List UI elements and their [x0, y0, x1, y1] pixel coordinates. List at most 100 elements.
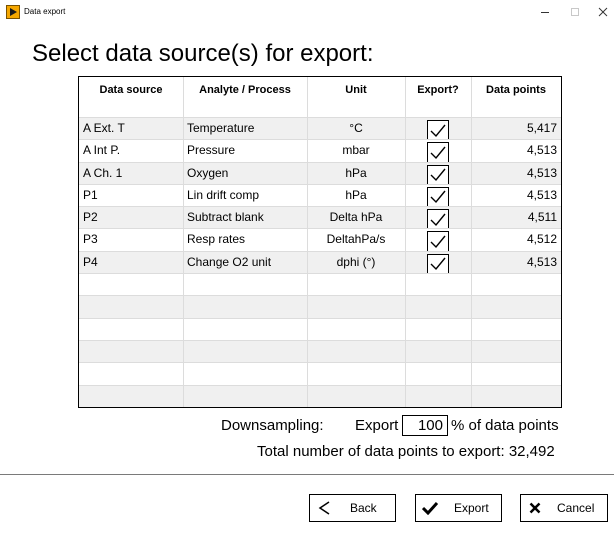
cell-data-points: 4,513 [526, 187, 557, 202]
export-checkbox[interactable] [427, 209, 449, 230]
cell-data-points [471, 296, 557, 318]
cell-data-source [83, 296, 183, 318]
data-export-window: Data export Select data source(s) for ex… [0, 0, 614, 536]
cell-analyte: Change O2 unit [187, 254, 272, 269]
window-title: Data export [24, 7, 66, 16]
cell-data-points [471, 363, 557, 385]
cancel-button-label: Cancel [557, 501, 595, 515]
play-triangle-icon [6, 5, 20, 19]
minimize-icon [541, 12, 549, 13]
data-source-table: Data source Analyte / Process Unit Expor… [78, 76, 562, 408]
checkmark-icon [430, 257, 446, 271]
cell-data-source: A Ext. T [83, 121, 125, 135]
back-button[interactable]: Back [309, 494, 396, 522]
minimize-button[interactable] [532, 0, 558, 24]
chevron-left-icon [310, 500, 338, 516]
cell-analyte [187, 386, 307, 408]
column-header-export: Export? [405, 77, 471, 117]
cell-data-points: 4,512 [526, 232, 557, 247]
table-row[interactable]: A Ext. T Temperature °C 5,417 [79, 117, 561, 140]
table-row[interactable]: P2 Subtract blank Delta hPa 4,511 [79, 206, 561, 230]
export-checkbox[interactable] [427, 120, 449, 140]
column-divider [183, 77, 184, 407]
cell-analyte: Resp rates [187, 232, 246, 247]
cell-data-source: P1 [83, 187, 98, 202]
export-checkbox[interactable] [427, 186, 449, 207]
cell-export [405, 296, 471, 318]
cell-analyte: Subtract blank [187, 210, 264, 225]
cell-data-source: P2 [83, 210, 98, 225]
cell-data-points [471, 386, 557, 408]
table-row[interactable]: P4 Change O2 unit dphi (°) 4,513 [79, 250, 561, 274]
maximize-icon [571, 8, 579, 16]
column-header-analyte: Analyte / Process [183, 77, 307, 117]
cell-analyte [187, 296, 307, 318]
cell-unit: dphi (°) [336, 254, 376, 269]
cell-data-source: P4 [83, 254, 98, 269]
page-title: Select data source(s) for export: [32, 40, 374, 67]
cell-export [405, 252, 471, 274]
checkmark-icon [430, 213, 446, 226]
column-divider [471, 77, 472, 407]
cell-unit: DeltahPa/s [326, 232, 386, 247]
table-row[interactable]: P1 Lin drift comp hPa 4,513 [79, 183, 561, 207]
cell-data-points: 4,513 [526, 254, 557, 269]
cell-analyte: Temperature [187, 121, 255, 135]
cell-unit: hPa [345, 165, 367, 180]
cell-export [405, 118, 471, 140]
cell-unit [307, 386, 405, 408]
cell-export [405, 229, 471, 252]
export-checkbox[interactable] [427, 142, 449, 163]
cell-analyte: Pressure [187, 143, 236, 158]
cell-analyte [187, 319, 307, 341]
total-data-points-text: Total number of data points to export: 3… [257, 443, 555, 460]
table-row[interactable] [79, 362, 561, 384]
cell-data-source [83, 386, 183, 408]
close-button[interactable] [590, 0, 614, 24]
maximize-button[interactable] [562, 0, 588, 24]
table-row[interactable] [79, 295, 561, 318]
cell-export [405, 319, 471, 341]
downsampling-percent-input[interactable] [402, 415, 448, 436]
table-row[interactable] [79, 273, 561, 295]
cell-unit [307, 363, 405, 385]
cell-data-source [83, 319, 183, 341]
cell-analyte: Oxygen [187, 165, 229, 180]
cancel-button[interactable]: Cancel [520, 494, 608, 522]
cell-analyte: Lin drift comp [187, 187, 260, 202]
cell-analyte [187, 363, 307, 385]
cell-data-points: 5,417 [526, 121, 557, 135]
title-bar: Data export [0, 0, 614, 24]
column-header-unit: Unit [307, 77, 405, 117]
column-header-data-source: Data source [79, 77, 183, 117]
table-row[interactable]: A Int P. Pressure mbar 4,513 [79, 139, 561, 163]
table-row[interactable] [79, 317, 561, 341]
cell-export [405, 341, 471, 363]
footer-divider [0, 474, 614, 475]
downsampling-percent-label: % of data points [451, 417, 559, 434]
cell-data-points: 4,513 [526, 143, 557, 158]
cell-unit [307, 274, 405, 296]
table-row[interactable] [79, 384, 561, 408]
cell-data-source: A Ch. 1 [83, 165, 123, 180]
cell-analyte [187, 341, 307, 363]
cell-data-points: 4,513 [526, 165, 557, 180]
cell-export [405, 386, 471, 408]
export-checkbox[interactable] [427, 231, 449, 252]
column-divider [405, 77, 406, 407]
table-row[interactable] [79, 339, 561, 363]
table-row[interactable]: A Ch. 1 Oxygen hPa 4,513 [79, 161, 561, 185]
export-checkbox[interactable] [427, 164, 449, 185]
cell-data-source: A Int P. [83, 143, 121, 158]
checkmark-icon [430, 124, 446, 137]
cell-unit: Delta hPa [329, 210, 383, 225]
cell-analyte [187, 274, 307, 296]
cell-export [405, 363, 471, 385]
table-row[interactable]: P3 Resp rates DeltahPa/s 4,512 [79, 228, 561, 252]
cell-data-points: 4,511 [527, 210, 557, 225]
export-checkbox[interactable] [427, 253, 449, 274]
column-divider [307, 77, 308, 407]
export-button[interactable]: Export [415, 494, 502, 522]
cell-data-points [471, 319, 557, 341]
column-header-data-points: Data points [471, 77, 561, 117]
